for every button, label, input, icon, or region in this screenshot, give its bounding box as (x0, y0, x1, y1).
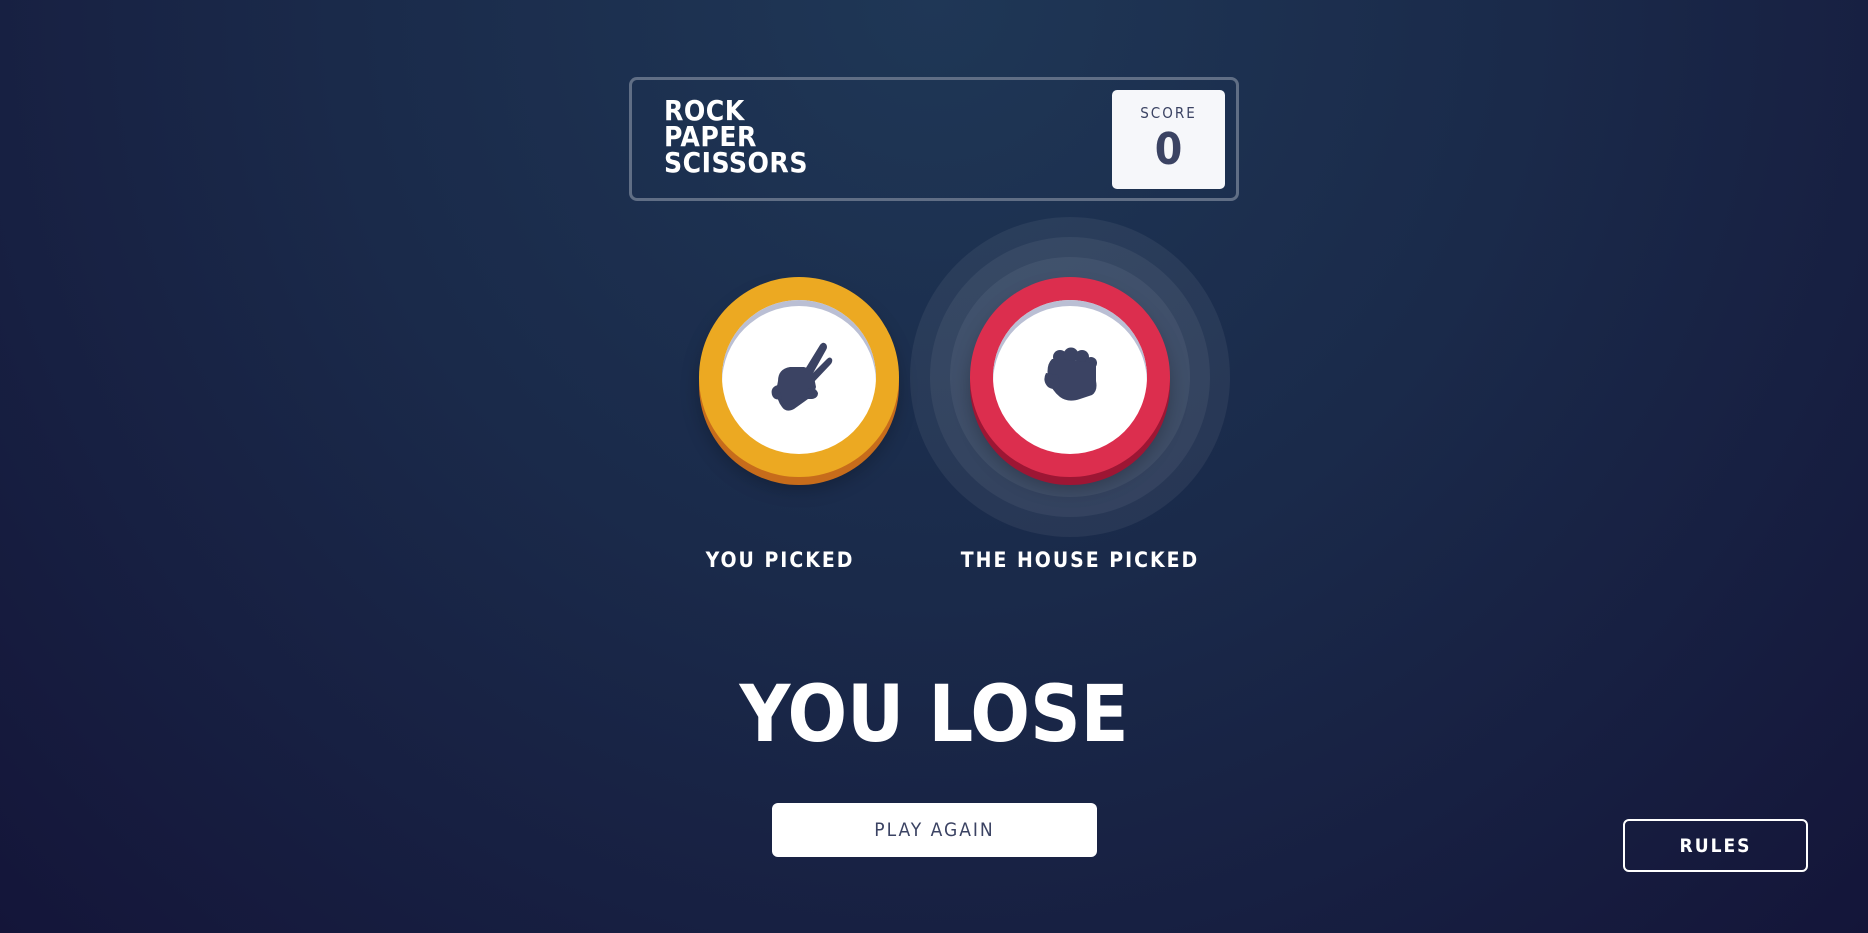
play-again-button[interactable]: PLAY AGAIN (772, 803, 1097, 857)
game-logo: ROCK PAPER SCISSORS (664, 97, 808, 179)
house-picked-label: THE HOUSE PICKED (960, 548, 1200, 572)
rules-button[interactable]: RULES (1623, 819, 1808, 872)
scissors-hand-icon (764, 337, 834, 417)
player-picked-label: YOU PICKED (705, 548, 855, 572)
score-value: 0 (1154, 124, 1183, 175)
player-choice-token (699, 277, 899, 477)
house-token-face (993, 300, 1147, 454)
score-box: SCORE 0 (1112, 90, 1225, 189)
house-choice-token (970, 277, 1170, 477)
result-text: YOU LOSE (739, 670, 1129, 760)
game-header: ROCK PAPER SCISSORS SCORE 0 (629, 77, 1239, 201)
player-token-face (722, 300, 876, 454)
rock-fist-icon (1038, 343, 1102, 411)
logo-line-scissors: SCISSORS (664, 146, 808, 179)
score-label: SCORE (1140, 104, 1197, 122)
